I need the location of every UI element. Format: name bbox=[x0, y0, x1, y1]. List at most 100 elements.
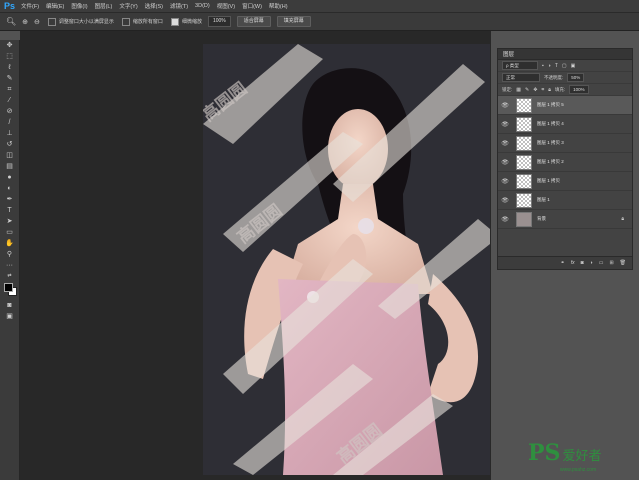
adjustment-layer-icon[interactable]: ◑ bbox=[590, 260, 593, 266]
zoom-out-icon[interactable]: ⊖ bbox=[34, 18, 40, 26]
move-tool-icon[interactable]: ✥ bbox=[0, 40, 19, 51]
layer-row[interactable]: 👁︎ 图层 1 拷贝 2 bbox=[498, 153, 632, 172]
brand-ps-text: PS bbox=[528, 440, 561, 466]
layer-name: 图层 1 拷贝 5 bbox=[537, 102, 564, 107]
layer-thumbnail bbox=[516, 97, 532, 113]
fit-screen-button[interactable]: 适合屏幕 bbox=[236, 16, 271, 27]
filter-pixel-icon[interactable]: ▪ bbox=[542, 63, 544, 69]
lock-paint-icon[interactable]: ✎ bbox=[525, 87, 529, 93]
pen-tool-icon[interactable]: ✒ bbox=[0, 194, 19, 205]
visibility-eye-icon[interactable]: 👁︎ bbox=[500, 216, 510, 223]
visibility-eye-icon[interactable]: 👁︎ bbox=[500, 102, 510, 109]
menu-3d[interactable]: 3D(D) bbox=[195, 3, 210, 9]
menu-filter[interactable]: 滤镜(T) bbox=[170, 2, 188, 10]
layer-row[interactable]: 👁︎ 图层 1 拷贝 4 bbox=[498, 115, 632, 134]
layer-name: 图层 1 拷贝 bbox=[537, 178, 561, 183]
opacity-field[interactable]: 50% bbox=[567, 73, 585, 82]
resize-windows-checkbox[interactable] bbox=[47, 17, 56, 26]
filter-type-icon[interactable]: T bbox=[555, 63, 558, 69]
visibility-eye-icon[interactable]: 👁︎ bbox=[500, 178, 510, 185]
eyedropper-tool-icon[interactable]: ⁄ bbox=[0, 95, 19, 106]
filter-kind-select[interactable]: ρ 类型 bbox=[502, 61, 538, 70]
lock-label: 锁定: bbox=[502, 86, 513, 92]
filter-smart-icon[interactable]: ▣ bbox=[571, 63, 576, 69]
layer-name: 图层 1 bbox=[537, 197, 550, 202]
lasso-tool-icon[interactable]: ℓ bbox=[0, 62, 19, 73]
visibility-eye-icon[interactable]: 👁︎ bbox=[500, 121, 510, 128]
scrubby-zoom-checkbox[interactable] bbox=[170, 17, 179, 26]
screen-mode-icon[interactable]: ▣ bbox=[0, 311, 19, 322]
zoom-all-windows-checkbox[interactable] bbox=[121, 17, 130, 26]
zoom-value-field[interactable]: 100% bbox=[207, 16, 231, 27]
menu-help[interactable]: 帮助(H) bbox=[269, 2, 288, 10]
new-group-icon[interactable]: ▭ bbox=[599, 260, 604, 266]
hand-tool-icon[interactable]: ✋ bbox=[0, 238, 19, 249]
layer-row[interactable]: 👁︎ 图层 1 拷贝 bbox=[498, 172, 632, 191]
blend-opacity-row: 正常 不透明度: 50% bbox=[498, 72, 632, 84]
healing-brush-tool-icon[interactable]: ⊘ bbox=[0, 106, 19, 117]
menu-view[interactable]: 视图(V) bbox=[217, 2, 235, 10]
blend-mode-select[interactable]: 正常 bbox=[502, 73, 540, 82]
quick-mask-icon[interactable]: ◙ bbox=[0, 300, 19, 311]
foreground-color-swatch[interactable] bbox=[4, 283, 13, 292]
lock-artboard-icon[interactable]: ⌗ bbox=[541, 87, 544, 93]
zoom-all-windows-label: 缩放所有窗口 bbox=[132, 19, 163, 25]
layers-panel: 图层 ρ 类型 ▪ ◑ T ▢ ▣ 正常 不透明度: 50% 锁定: ▦ ✎ ✥… bbox=[497, 48, 633, 270]
type-tool-icon[interactable]: T bbox=[0, 205, 19, 216]
rectangle-tool-icon[interactable]: ▭ bbox=[0, 227, 19, 238]
zoom-tool-icon[interactable]: 🔍︎ bbox=[6, 17, 16, 26]
quick-select-tool-icon[interactable]: ✎ bbox=[0, 73, 19, 84]
layer-name: 图层 1 拷贝 3 bbox=[537, 140, 564, 145]
layer-thumbnail bbox=[516, 211, 532, 227]
brush-tool-icon[interactable]: / bbox=[0, 117, 19, 128]
eraser-tool-icon[interactable]: ◫ bbox=[0, 150, 19, 161]
swap-colors-icon[interactable]: ⇄ bbox=[0, 271, 19, 282]
blur-tool-icon[interactable]: ● bbox=[0, 172, 19, 183]
layer-row[interactable]: 👁︎ 图层 1 拷贝 5 bbox=[498, 96, 632, 115]
layer-thumbnail bbox=[516, 135, 532, 151]
menu-window[interactable]: 窗口(W) bbox=[242, 2, 262, 10]
visibility-eye-icon[interactable]: 👁︎ bbox=[500, 159, 510, 166]
lock-all-icon[interactable]: 🔒︎ bbox=[548, 87, 551, 93]
opacity-label: 不透明度: bbox=[544, 74, 564, 80]
filter-adjust-icon[interactable]: ◑ bbox=[548, 63, 551, 69]
lock-move-icon[interactable]: ✥ bbox=[533, 87, 537, 93]
layer-row[interactable]: 👁︎ 图层 1 拷贝 3 bbox=[498, 134, 632, 153]
filter-shape-icon[interactable]: ▢ bbox=[562, 63, 567, 69]
lock-transparent-icon[interactable]: ▦ bbox=[516, 87, 521, 93]
layer-style-icon[interactable]: fx bbox=[571, 260, 575, 266]
visibility-eye-icon[interactable]: 👁︎ bbox=[500, 140, 510, 147]
options-bar: 🔍︎ ⊕ ⊖ 调整窗口大小以满屏显示 缩放所有窗口 细微缩放 100% 适合屏幕… bbox=[0, 13, 639, 31]
menu-layer[interactable]: 图层(L) bbox=[95, 2, 113, 10]
menu-select[interactable]: 选择(S) bbox=[145, 2, 163, 10]
more-tools-icon[interactable]: ··· bbox=[0, 260, 19, 271]
menu-edit[interactable]: 编辑(E) bbox=[46, 2, 64, 10]
layer-row-background[interactable]: 👁︎ 背景 🔒︎ bbox=[498, 210, 632, 229]
delete-layer-icon[interactable]: 🗑︎ bbox=[620, 260, 626, 266]
history-brush-tool-icon[interactable]: ↺ bbox=[0, 139, 19, 150]
document-canvas[interactable]: 高圆圆 高圆圆 高圆圆 bbox=[203, 44, 490, 475]
layer-thumbnail bbox=[516, 116, 532, 132]
fill-field[interactable]: 100% bbox=[569, 85, 589, 94]
new-layer-icon[interactable]: ⊞ bbox=[609, 260, 613, 266]
link-layers-icon[interactable]: ⚭ bbox=[561, 260, 565, 266]
add-mask-icon[interactable]: ◙ bbox=[581, 260, 584, 266]
dodge-tool-icon[interactable]: ◐ bbox=[0, 183, 19, 194]
layer-row[interactable]: 👁︎ 图层 1 bbox=[498, 191, 632, 210]
photoshop-logo[interactable]: Ps bbox=[4, 1, 15, 11]
path-select-tool-icon[interactable]: ➤ bbox=[0, 216, 19, 227]
menu-image[interactable]: 图像(I) bbox=[71, 2, 87, 10]
marquee-tool-icon[interactable]: ⬚ bbox=[0, 51, 19, 62]
tab-layers[interactable]: 图层 bbox=[503, 50, 514, 58]
menu-type[interactable]: 文字(Y) bbox=[119, 2, 137, 10]
brand-cn-text: 爱好者 bbox=[562, 449, 602, 464]
gradient-tool-icon[interactable]: ▤ bbox=[0, 161, 19, 172]
fill-screen-button[interactable]: 填充屏幕 bbox=[276, 16, 311, 27]
clone-stamp-tool-icon[interactable]: ⊥ bbox=[0, 128, 19, 139]
visibility-eye-icon[interactable]: 👁︎ bbox=[500, 197, 510, 204]
crop-tool-icon[interactable]: ⌗ bbox=[0, 84, 19, 95]
layer-lock-icon: 🔒︎ bbox=[621, 216, 624, 222]
zoom-in-icon[interactable]: ⊕ bbox=[22, 18, 28, 26]
menu-file[interactable]: 文件(F) bbox=[21, 2, 39, 10]
zoom-tool-panel-icon[interactable]: ⚲ bbox=[0, 249, 19, 260]
